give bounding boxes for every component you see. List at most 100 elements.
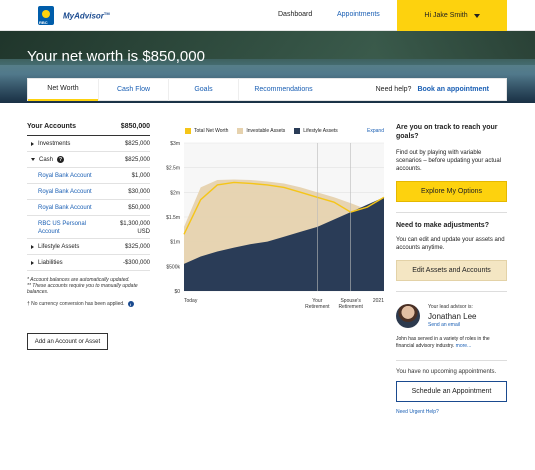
legend-label: Total Net Worth <box>194 128 229 134</box>
account-link[interactable]: RBC US Personal Account <box>27 220 87 236</box>
account-label: Investments <box>38 140 71 147</box>
account-row-royal-1[interactable]: Royal Bank Account $1,000 <box>27 168 150 184</box>
chevron-down-icon <box>31 158 35 161</box>
adjustments-text: You can edit and update your assets and … <box>396 237 505 251</box>
legend-swatch <box>185 128 191 134</box>
user-greeting: Hi Jake Smith <box>424 12 468 19</box>
info-icon[interactable]: i <box>127 301 134 307</box>
more-link[interactable]: more... <box>456 343 472 349</box>
account-link[interactable]: Royal Bank Account <box>27 173 92 179</box>
y-tick-label: $3m <box>170 141 180 147</box>
tab-recommendations[interactable]: Recommendations <box>238 78 328 101</box>
x-tick-label: 2021 <box>373 298 384 304</box>
note-line-2: ** These accounts require you to manuall… <box>27 283 138 295</box>
account-value: $825,000 <box>124 156 150 163</box>
account-value: $1,300,000 <box>119 221 150 227</box>
account-link[interactable]: Royal Bank Account <box>27 189 92 195</box>
nav-dashboard[interactable]: Dashboard <box>278 11 312 18</box>
legend-item-lifestyle: Lifestyle Assets <box>294 128 338 134</box>
top-bar: RBC MyAdvisorTM Dashboard Appointments H… <box>0 0 535 31</box>
advisor-name: Jonathan Lee <box>428 312 477 321</box>
account-label: Cash <box>39 156 54 163</box>
accounts-header: Your Accounts $850,000 <box>27 123 150 136</box>
goals-question-text: Find out by playing with variable scenar… <box>396 150 502 172</box>
advisor-bio: John has served in a variety of roles in… <box>396 336 507 350</box>
explore-options-button[interactable]: Explore My Options <box>396 181 507 202</box>
edit-assets-button[interactable]: Edit Assets and Accounts <box>396 260 507 281</box>
chevron-right-icon <box>31 141 34 146</box>
adjustments-section: Need to make adjustments? You can edit a… <box>396 212 507 281</box>
chevron-down-icon <box>473 13 480 18</box>
balance-note: * Account balances are automatically upd… <box>27 277 150 295</box>
legend-item-total: Total Net Worth <box>185 128 228 134</box>
y-tick-label: $1m <box>170 240 180 246</box>
accounts-total: $850,000 <box>120 123 150 130</box>
account-row-us-personal[interactable]: RBC US Personal Account $1,300,000 USD <box>27 216 150 239</box>
help-area: Need help? Book an appointment <box>376 86 489 93</box>
tab-cash-flow[interactable]: Cash Flow <box>98 78 168 101</box>
account-row-cash[interactable]: Cash? $825,000 <box>27 152 150 168</box>
advisor-label: Your lead advisor is: <box>428 304 473 310</box>
account-row-investments[interactable]: Investments $825,000 <box>27 136 150 152</box>
y-tick-label: $0 <box>174 289 180 295</box>
urgent-help-link[interactable]: Need Urgent Help? <box>396 409 507 415</box>
advisor-card: Your lead advisor is: Jonathan Lee Send … <box>396 304 507 328</box>
y-tick-label: $2m <box>170 190 180 196</box>
section-tabs: Net Worth Cash Flow Goals Recommendation… <box>27 78 507 101</box>
account-row-liabilities[interactable]: Liabilities -$300,000 <box>27 255 150 271</box>
currency-note-text: † No currency conversion has been applie… <box>27 301 125 307</box>
account-value-block: $1,300,000 USD <box>120 220 150 236</box>
account-currency: USD <box>137 229 150 235</box>
x-tick-label: Today <box>184 298 198 304</box>
schedule-appointment-button[interactable]: Schedule an Appointment <box>396 381 507 402</box>
y-tick-label: $1.5m <box>166 215 180 221</box>
help-text: Need help? <box>375 86 412 93</box>
help-icon[interactable]: ? <box>57 156 65 163</box>
adjustments-title: Need to make adjustments? <box>396 222 489 229</box>
account-value: $30,000 <box>128 188 150 195</box>
y-tick-label: $500k <box>166 264 180 270</box>
accounts-panel: Your Accounts $850,000 Investments $825,… <box>27 123 150 307</box>
right-column: Are you on track to reach your goals? Fi… <box>396 123 507 415</box>
net-worth-chart: Total Net Worth Investable Assets Lifest… <box>158 123 388 313</box>
no-appointments-text: You have no upcoming appointments. <box>396 369 497 375</box>
tab-goals[interactable]: Goals <box>168 78 238 101</box>
account-row-royal-2[interactable]: Royal Bank Account $30,000 <box>27 184 150 200</box>
expand-chart-link[interactable]: Expand <box>367 128 384 134</box>
account-value: $1,000 <box>131 172 150 179</box>
chart-svg: $0$500k$1m$1.5m$2m$2.5m$3mToday YourRetir… <box>166 141 385 310</box>
legend-swatch <box>237 128 244 134</box>
goals-question-title: Are you on track to reach your goals? <box>396 124 498 140</box>
account-label: Lifestyle Assets <box>38 243 80 250</box>
x-tick-label: Retirement <box>305 304 330 310</box>
brand-name[interactable]: MyAdvisorTM <box>63 11 110 21</box>
legend-item-investable: Investable Assets <box>237 128 285 134</box>
account-row-royal-3[interactable]: Royal Bank Account $50,000 <box>27 200 150 216</box>
appointments-section: You have no upcoming appointments. Sched… <box>396 360 507 415</box>
account-value: $50,000 <box>128 204 150 211</box>
legend-label: Lifestyle Assets <box>303 128 338 134</box>
user-menu[interactable]: Hi Jake Smith <box>397 0 507 31</box>
page-title: Your net worth is $850,000 <box>27 48 205 65</box>
logo-text: RBC <box>39 20 48 25</box>
legend-swatch <box>294 128 301 134</box>
chevron-right-icon <box>31 244 34 249</box>
account-link[interactable]: Royal Bank Account <box>27 205 92 211</box>
legend-label: Investable Assets <box>246 128 286 134</box>
account-row-lifestyle[interactable]: Lifestyle Assets $325,000 <box>27 239 150 255</box>
x-tick-label: Retirement <box>338 304 363 310</box>
account-label: Liabilities <box>38 259 63 266</box>
book-appointment-link[interactable]: Book an appointment <box>417 86 489 93</box>
tab-net-worth[interactable]: Net Worth <box>28 78 98 101</box>
account-value: -$300,000 <box>122 259 150 266</box>
avatar <box>396 304 420 328</box>
brand-tm: TM <box>103 11 110 16</box>
advisor-info: Your lead advisor is: Jonathan Lee Send … <box>428 304 477 328</box>
nav-appointments[interactable]: Appointments <box>337 11 380 18</box>
currency-note: † No currency conversion has been applie… <box>27 301 150 307</box>
account-value: $825,000 <box>124 140 150 147</box>
account-value: $325,000 <box>124 243 150 250</box>
accounts-title: Your Accounts <box>27 123 77 130</box>
add-account-button[interactable]: Add an Account or Asset <box>27 333 108 350</box>
send-email-link[interactable]: Send an email <box>428 322 460 328</box>
